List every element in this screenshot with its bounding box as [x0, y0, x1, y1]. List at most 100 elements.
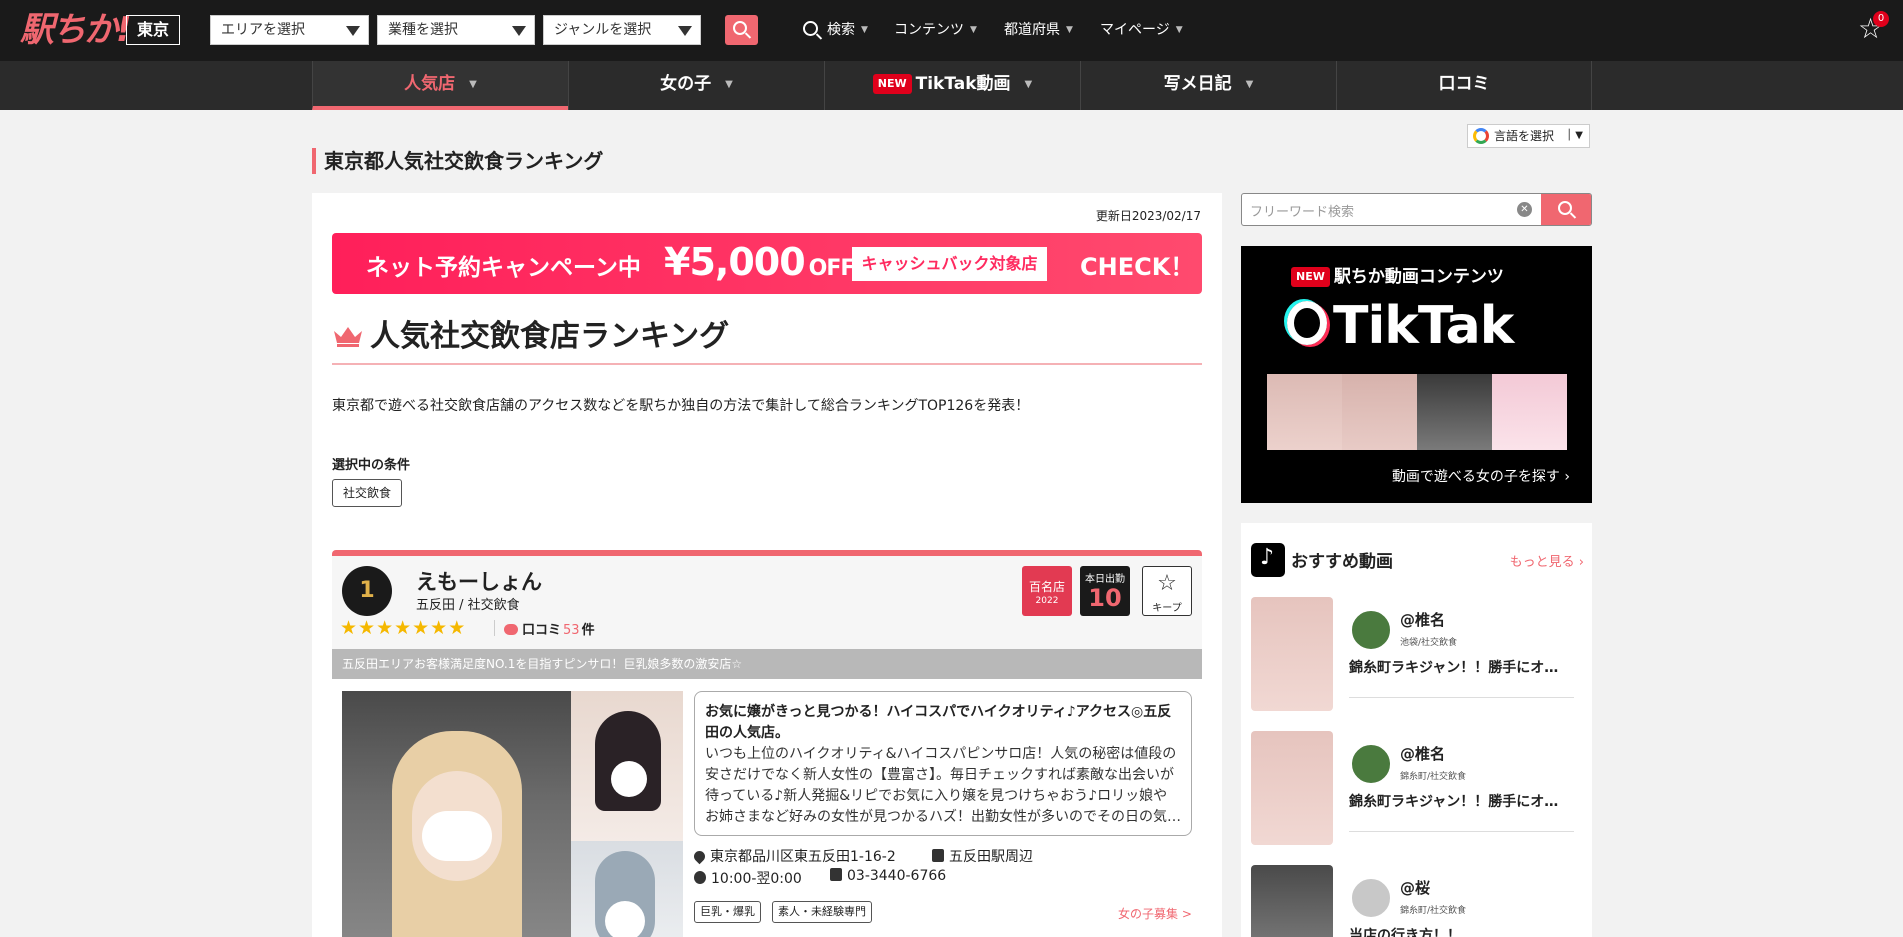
shop-phone[interactable]: 03-3440-6766 — [830, 868, 946, 884]
search-icon — [803, 21, 818, 36]
tab-photo-diary[interactable]: 写メ日記 ▼ — [1080, 61, 1336, 110]
recommended-videos: おすすめ動画 もっと見る › @椎名 池袋/社交飲食 錦糸町ラキジャン！！勝手に… — [1241, 523, 1592, 937]
check-label: CHECK！ — [1080, 253, 1195, 281]
chat-icon — [504, 624, 518, 635]
recruit-link[interactable]: 女の子募集 > — [1118, 905, 1192, 922]
shop-card-body: お気に嬢がきっと見つかる！ハイコスパでハイクオリティ♪アクセス◎五反田の人気店。… — [332, 679, 1202, 937]
divider — [332, 363, 1202, 365]
chevron-down-icon: ▼ — [469, 79, 477, 90]
nav-prefectures[interactable]: 都道府県 ▼ — [1004, 19, 1073, 39]
search-button[interactable] — [1541, 194, 1591, 225]
freeword-search-input[interactable]: フリーワード検索 ✕ — [1241, 193, 1592, 226]
video-thumbnail — [1267, 374, 1342, 450]
conditions-label: 選択中の条件 — [332, 458, 411, 473]
see-more-link[interactable]: もっと見る › — [1510, 551, 1584, 570]
video-item[interactable]: @桜 錦糸町/社交飲食 当店の行き方！！ — [1251, 865, 1582, 937]
keep-button[interactable]: ☆ キープ — [1142, 566, 1192, 616]
video-thumbnail — [1492, 374, 1567, 450]
crown-icon — [334, 327, 362, 347]
tab-popular-shops[interactable]: 人気店 ▼ — [312, 61, 568, 110]
area-select[interactable]: エリアを選択 — [210, 15, 369, 45]
clock-icon — [694, 871, 706, 884]
chevron-down-icon — [678, 26, 692, 36]
page-title: 東京都人気社交飲食ランキング — [312, 148, 603, 174]
top-bar: 駅ちか! 東京 エリアを選択 業種を選択 ジャンルを選択 検索 ▼ コンテンツ ▼ … — [0, 0, 1903, 61]
rank-number: 1 — [342, 566, 392, 616]
review-link[interactable]: 口コミ 53 件 — [504, 619, 595, 638]
updated-date: 更新日2023/02/17 — [1095, 209, 1201, 223]
tiktak-banner[interactable]: NEW 駅ちか動画コンテンツ TikTak 動画で遊べる女の子を探す › — [1241, 246, 1592, 503]
search-icon — [733, 21, 747, 35]
video-item[interactable]: @椎名 錦糸町/社交飲食 錦糸町ラキジャン！！勝手にオ… — [1251, 731, 1582, 845]
video-thumbnail — [1251, 597, 1333, 711]
tab-reviews[interactable]: 口コミ — [1336, 61, 1592, 110]
tab-girls[interactable]: 女の子 ▼ — [568, 61, 824, 110]
nav-mypage[interactable]: マイページ ▼ — [1100, 19, 1183, 39]
shop-name[interactable]: えもーしょん — [416, 566, 542, 596]
rating-stars: ★★★★★★★ — [340, 617, 467, 639]
shop-card: 1 えもーしょん 五反田 / 社交飲食 ★★★★★★★ 口コミ 53 件 百名店 20… — [332, 550, 1202, 937]
video-thumbnail — [1417, 374, 1492, 450]
chevron-down-icon: ▼ — [1245, 79, 1254, 90]
chevron-down-icon: ▼ — [1024, 79, 1033, 90]
divider — [1349, 697, 1574, 698]
shop-station: 五反田駅周辺 — [932, 846, 1033, 866]
chevron-down-icon — [346, 26, 360, 36]
ranking-description: 東京都で遊べる社交飲食店舗のアクセス数などを駅ちか独自の方法で集計して総合ランキ… — [332, 398, 1030, 414]
girl-photo-sub[interactable] — [571, 691, 683, 841]
shop-pr-text: お気に嬢がきっと見つかる！ハイコスパでハイクオリティ♪アクセス◎五反田の人気店。… — [694, 691, 1192, 836]
tab-tiktak-videos[interactable]: NEW TikTak動画 ▼ — [824, 61, 1080, 110]
prefecture-badge[interactable]: 東京 — [126, 15, 180, 45]
chevron-down-icon: │ ▼ — [1566, 130, 1583, 141]
google-icon — [1473, 128, 1489, 144]
search-icon — [1558, 201, 1572, 215]
search-button[interactable] — [725, 15, 758, 45]
main-tabs: 人気店 ▼ 女の子 ▼ NEW TikTak動画 ▼ 写メ日記 ▼ 口コミ — [0, 61, 1903, 110]
condition-tag[interactable]: 社交飲食 — [332, 479, 403, 507]
girl-photo-sub[interactable] — [571, 841, 683, 937]
shop-catchphrase: 五反田エリアお客様満足度NO.1を目指すピンサロ！巨乳娘多数の激安店☆ — [332, 649, 1202, 679]
video-thumbnail — [1342, 374, 1417, 450]
shop-tag[interactable]: 素人・未経験専門 — [772, 901, 872, 923]
tiktak-link[interactable]: 動画で遊べる女の子を探す › — [1392, 466, 1570, 486]
shop-hours: 10:00-翌0:00 — [694, 868, 802, 888]
tiktak-thumbnails — [1267, 374, 1567, 450]
tiktak-icon — [1251, 543, 1285, 577]
avatar — [1350, 609, 1392, 651]
location-pin-icon — [691, 848, 708, 865]
nav-contents[interactable]: コンテンツ ▼ — [894, 19, 977, 39]
main-content: 更新日2023/02/17 ネット予約キャンペーン中 ¥5,000 OFF キャッ… — [312, 193, 1222, 937]
avatar — [1350, 743, 1392, 785]
site-logo[interactable]: 駅ちか! — [20, 10, 132, 50]
chevron-down-icon: ▼ — [725, 79, 733, 90]
cashback-label: キャッシュバック対象店 — [852, 247, 1047, 281]
avatar — [1350, 877, 1392, 919]
ranking-title: 人気社交飲食店ランキング — [332, 311, 729, 355]
today-working-badge: 本日出勤 10 — [1080, 566, 1130, 616]
shop-address: 東京都品川区東五反田1-16-2 — [691, 846, 896, 866]
nav-search[interactable]: 検索 ▼ — [827, 19, 868, 39]
shop-area: 五反田 / 社交飲食 — [416, 598, 520, 613]
video-thumbnail — [1251, 865, 1333, 937]
shop-tag[interactable]: 巨乳・爆乳 — [694, 901, 761, 923]
favorites-count-badge: 0 — [1873, 11, 1889, 27]
video-item[interactable]: @椎名 池袋/社交飲食 錦糸町ラキジャン！！勝手にオ… — [1251, 597, 1582, 711]
tiktak-logo: TikTak — [1287, 296, 1514, 356]
new-badge: NEW — [1291, 267, 1330, 287]
train-icon — [932, 849, 944, 862]
tiktak-note-icon — [1287, 301, 1327, 345]
divider — [494, 620, 495, 636]
language-select[interactable]: 言語を選択 │ ▼ — [1467, 124, 1590, 148]
chevron-down-icon — [512, 26, 526, 36]
clear-icon[interactable]: ✕ — [1517, 202, 1532, 217]
hyakumeiten-badge: 百名店 2022 — [1022, 566, 1072, 616]
genre-select[interactable]: ジャンルを選択 — [543, 15, 701, 45]
divider — [1349, 831, 1574, 832]
star-icon: ☆ — [1157, 571, 1177, 596]
phone-icon — [830, 868, 842, 881]
industry-select[interactable]: 業種を選択 — [377, 15, 535, 45]
girl-photo-main[interactable] — [342, 691, 571, 937]
new-badge: NEW — [872, 74, 912, 94]
campaign-banner[interactable]: ネット予約キャンペーン中 ¥5,000 OFF キャッシュバック対象店 CHECK… — [332, 233, 1202, 294]
video-thumbnail — [1251, 731, 1333, 845]
